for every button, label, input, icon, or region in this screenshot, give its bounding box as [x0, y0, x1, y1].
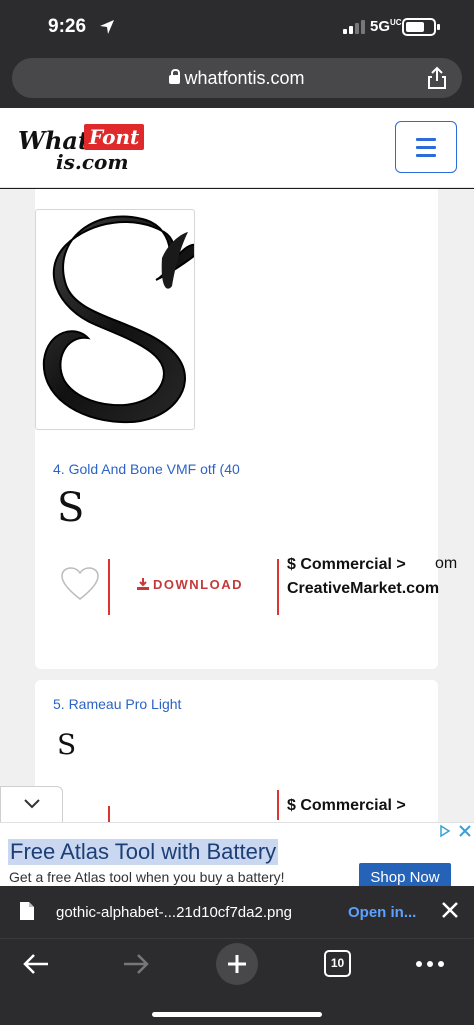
- back-arrow-icon[interactable]: [22, 953, 50, 975]
- font-result-title[interactable]: 4. Gold And Bone VMF otf (40: [53, 461, 240, 477]
- commercial-link[interactable]: $ Commercial >: [287, 794, 406, 818]
- browser-toolbar: 10: [0, 938, 474, 1025]
- site-logo[interactable]: What Font is.com: [18, 124, 158, 174]
- more-options-icon[interactable]: [416, 961, 444, 967]
- lock-icon: [169, 69, 181, 84]
- file-icon: [20, 902, 34, 920]
- ad-subtitle: Get a free Atlas tool when you buy a bat…: [9, 869, 285, 885]
- chevron-down-icon: [24, 799, 40, 809]
- url-display[interactable]: whatfontis.com: [12, 68, 462, 89]
- plus-icon: [228, 955, 246, 973]
- address-bar[interactable]: whatfontis.com: [12, 58, 462, 98]
- battery-icon: [402, 18, 440, 36]
- commercial-link[interactable]: $ Commercial > CreativeMarket.com: [287, 553, 439, 601]
- download-filename: gothic-alphabet-...21d10cf7da2.png: [56, 904, 293, 921]
- download-button[interactable]: DOWNLOAD: [137, 577, 243, 592]
- result-actions: DOWNLOAD $ Commercial > CreativeMarket.c…: [35, 556, 439, 619]
- home-indicator: [152, 1012, 322, 1017]
- new-tab-button[interactable]: [216, 943, 258, 985]
- divider: [277, 790, 279, 820]
- site-header: What Font is.com: [0, 108, 474, 188]
- divider: [108, 559, 110, 615]
- ad-choices-icon[interactable]: [438, 823, 474, 839]
- hamburger-icon: [416, 138, 436, 141]
- browser-address-area: whatfontis.com: [0, 54, 474, 108]
- gothic-s-glyph-image: [42, 215, 203, 424]
- download-bar: gothic-alphabet-...21d10cf7da2.png Open …: [0, 886, 474, 938]
- status-bar: 9:26 5GUC: [0, 0, 474, 54]
- font-sample: S: [57, 728, 77, 761]
- tab-switcher-button[interactable]: 10: [324, 950, 351, 977]
- font-result-title[interactable]: 5. Rameau Pro Light: [53, 696, 181, 712]
- heart-icon[interactable]: [61, 567, 99, 601]
- divider: [108, 806, 110, 822]
- ad-banner[interactable]: Free Atlas Tool with Battery Get a free …: [0, 822, 474, 891]
- forward-arrow-icon[interactable]: [122, 953, 150, 975]
- close-icon[interactable]: [440, 900, 460, 920]
- results-area: om 4. Gold And Bone VMF otf (40 S DOWNLO…: [0, 189, 474, 822]
- download-icon: [137, 578, 149, 590]
- menu-button[interactable]: [395, 121, 457, 173]
- share-icon[interactable]: [426, 66, 448, 90]
- status-time: 9:26: [48, 16, 87, 37]
- logo-font: Font: [84, 124, 145, 150]
- ad-title[interactable]: Free Atlas Tool with Battery: [8, 839, 279, 865]
- location-arrow-icon: [100, 20, 114, 34]
- font-preview-image[interactable]: [35, 209, 203, 430]
- font-sample: S: [57, 485, 85, 531]
- divider: [277, 559, 279, 615]
- cell-signal-icon: [343, 20, 365, 34]
- ad-collapse-button[interactable]: [0, 786, 63, 822]
- open-in-button[interactable]: Open in...: [348, 904, 416, 921]
- logo-com: is.com: [56, 150, 129, 174]
- network-type: 5GUC: [370, 18, 402, 35]
- result-card: om 4. Gold And Bone VMF otf (40 S DOWNLO…: [35, 189, 457, 669]
- result-card: 5. Rameau Pro Light S $ Commercial >: [35, 680, 438, 822]
